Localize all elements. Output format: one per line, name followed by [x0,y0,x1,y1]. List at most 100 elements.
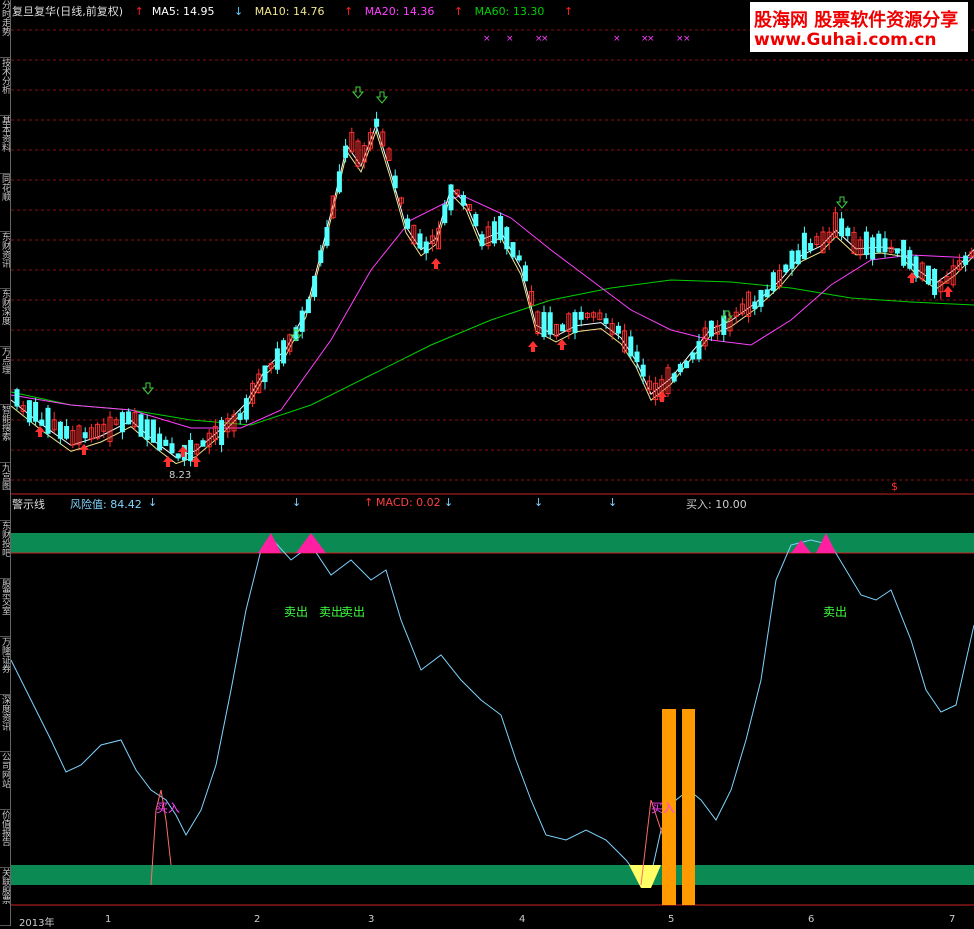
indicator-name[interactable]: 警示线 [12,496,45,512]
candle-body [144,419,150,440]
candle-body [343,145,349,158]
candle-body [26,400,32,423]
down-arrow-icon: ↓ [148,496,158,509]
sidebar-tab[interactable]: 基本资料 [0,116,10,174]
candle-body [913,256,919,279]
down-arrow-icon: ↓ [444,496,454,509]
stock-title[interactable]: 复旦复华(日线,前复权) [12,5,123,18]
candle-body [684,360,690,369]
magenta-mark: × [683,34,691,44]
candle-body [560,324,566,332]
x-axis-label: 2013年 [19,918,55,929]
candle-body [783,264,789,273]
sidebar-tab[interactable]: 万点理 [0,347,10,406]
sidebar-tab[interactable]: 深度资讯 [0,695,10,753]
ma5-label: MA5: 14.95 [151,5,215,18]
sidebar-tab[interactable]: 智能搜索 [0,405,10,463]
sidebar-tab[interactable]: 关联股票 [0,868,10,926]
sidebar-tab[interactable]: 分时走势 [0,0,10,58]
sidebar-tab[interactable]: 九宫图 [0,463,10,521]
candle-body [442,204,448,224]
candle-body [392,175,398,189]
candle-body [870,237,876,260]
x-axis-label: 4 [519,914,526,925]
sidebar-tab[interactable]: 东财投吧 [0,521,10,579]
x-axis: 2013年 1 2 3 4 5 6 7 [11,914,974,929]
candle-body [417,233,423,249]
candle-body [448,184,454,211]
magenta-mark: × [483,34,491,44]
sell-label: 卖出 [319,605,343,619]
lower-green-band [11,865,974,885]
moving-average-lines [11,123,974,465]
sell-label: 卖出 [284,605,308,619]
candle-body [479,234,485,247]
candle-body [274,348,280,370]
sidebar-tab[interactable]: 股票交室 [0,579,10,637]
candle-body [33,401,39,422]
green-down-arrow-icon [141,382,155,395]
candle-body [876,233,882,253]
red-up-arrow-icon [35,426,45,437]
candle-body [82,432,88,439]
indicator-panel: 卖出 卖出卖出 卖出买入 买入 [11,533,974,906]
candle-body [473,213,479,227]
candle-body [175,453,181,459]
candle-body [677,363,683,373]
red-up-arrow-icon [943,286,953,297]
buy-label: 买入 [651,801,675,815]
buy-value: 买入: 10.00 [686,498,747,511]
candle-body [795,250,801,265]
sidebar: 分时走势 技术分析 基本资料 同花顺 东财资讯 东财深度 万点理 智能搜索 九宫图 东财投吧 股票交… [0,0,11,926]
candle-body [126,411,132,425]
candle-body [57,421,63,439]
sidebar-tab[interactable]: 价值报告 [0,810,10,869]
sidebar-tab[interactable]: 东财资讯 [0,232,10,290]
sidebar-tab[interactable]: 同花顺 [0,174,10,232]
guhai-watermark: 股海网 股票软件资源分享 www.Guhai.com.cn [750,2,968,52]
candle-body [572,312,578,334]
ma60-label: MA60: 13.30 [474,5,545,18]
candle-body [907,250,913,269]
sidebar-tab[interactable]: 技术分析 [0,58,10,116]
buy-label: 买入 [156,801,180,815]
candle-body [64,426,70,439]
candle-body [119,412,125,433]
ma60-line [11,279,974,426]
candle-body [318,250,324,263]
signal-arrows [35,86,953,467]
magenta-mark: × [613,34,621,44]
sell-label: 卖出 [823,605,847,619]
risk-line [11,539,974,881]
candle-body [770,272,776,291]
candle-body [138,414,144,437]
x-axis-label: 5 [668,914,675,925]
price-grid: × × ×× × ×× × × [11,29,974,481]
sidebar-tab[interactable]: 东财深度 [0,289,10,348]
candle-body [634,351,640,363]
candle-body [336,171,342,193]
sidebar-tab[interactable]: 万隆证券 [0,637,10,695]
candle-body [603,318,609,324]
candle-body [640,364,646,377]
ma5-line [11,123,974,459]
ma20-label: MA20: 14.36 [364,5,435,18]
down-arrow-icon: ↓ [234,5,244,18]
candle-body [510,242,516,258]
x-axis-label: 3 [368,914,375,925]
candle-body [882,238,888,253]
chart-canvas: × × ×× × ×× × × 卖出 卖出卖出 卖出买入 买入 8.23 $ [11,29,974,906]
magenta-mark: × [541,34,549,44]
red-up-arrow-icon [79,444,89,455]
candle-body [504,227,510,250]
candle-body [243,398,249,420]
candle-body [516,255,522,261]
red-up-arrow-icon [431,258,441,269]
sidebar-tab[interactable]: 公司网站 [0,752,10,811]
candle-body [845,227,851,237]
candle-body [498,216,504,241]
candle-body [312,275,318,297]
candle-body [963,255,969,265]
candle-body [839,218,845,237]
up-arrow-icon: ↑ [453,5,464,18]
